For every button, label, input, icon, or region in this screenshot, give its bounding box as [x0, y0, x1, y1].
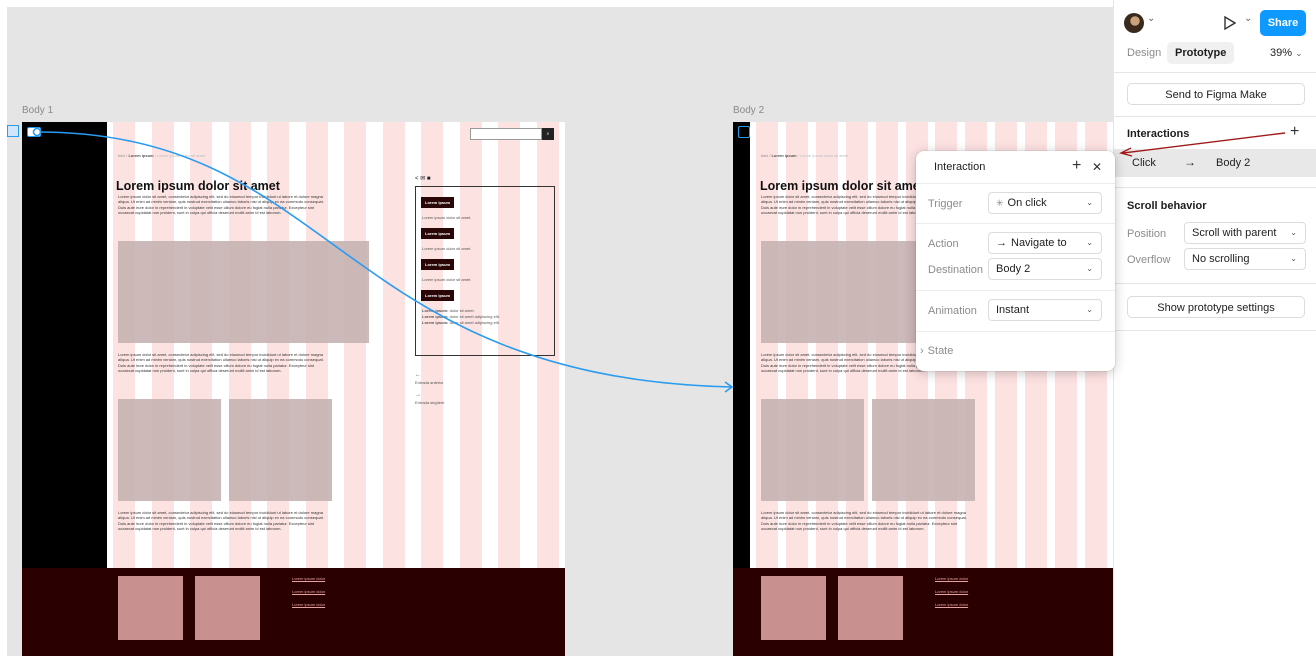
chevron-right-icon: › — [920, 345, 924, 357]
state-row[interactable]: › State — [920, 345, 953, 357]
trigger-select[interactable]: ✳ On click ⌄ — [988, 192, 1102, 214]
show-prototype-settings-button[interactable]: Show prototype settings — [1127, 296, 1305, 318]
trigger-label: Trigger — [928, 198, 963, 210]
zoom-chevron-icon[interactable]: ⌄ — [1295, 48, 1303, 58]
position-select[interactable]: Scroll with parent ⌄ — [1184, 222, 1306, 244]
dialog-title: Interaction — [934, 161, 986, 173]
interaction-dialog: Interaction + ✕ Trigger ✳ On click ⌄ Actio… — [916, 151, 1115, 371]
scroll-behavior-header: Scroll behavior — [1127, 200, 1207, 212]
dialog-add-icon[interactable]: + — [1072, 157, 1081, 175]
destination-label: Destination — [928, 264, 984, 276]
zoom-level[interactable]: 39% ⌄ — [1270, 47, 1303, 59]
annotation-arrow — [1119, 132, 1286, 157]
send-to-figma-make-button[interactable]: Send to Figma Make — [1127, 83, 1305, 105]
chevron-down-icon: ⌄ — [1086, 305, 1093, 314]
tab-prototype[interactable]: Prototype — [1167, 42, 1235, 64]
action-label: Action — [928, 238, 959, 250]
chevron-down-icon: ⌄ — [1086, 238, 1093, 247]
overflow-label: Overflow — [1127, 254, 1171, 266]
play-chevron-icon[interactable]: ⌄ — [1244, 13, 1252, 24]
play-icon[interactable] — [1224, 16, 1236, 30]
navigate-arrow-icon: → — [996, 237, 1007, 249]
chevron-down-icon: ⌄ — [1290, 228, 1297, 237]
overflow-select[interactable]: No scrolling ⌄ — [1184, 248, 1306, 270]
destination-select[interactable]: Body 2 ⌄ — [988, 258, 1102, 280]
properties-panel: ⌄ ⌄ Share Design Prototype 39% ⌄ Send to… — [1113, 0, 1316, 656]
chevron-down-icon: ⌄ — [1086, 198, 1093, 207]
animation-select[interactable]: Instant ⌄ — [988, 299, 1102, 321]
share-button[interactable]: Share — [1260, 10, 1306, 36]
tab-design[interactable]: Design — [1127, 47, 1161, 59]
chevron-down-icon: ⌄ — [1290, 254, 1297, 263]
animation-label: Animation — [928, 305, 977, 317]
action-select[interactable]: → Navigate to ⌄ — [988, 232, 1102, 254]
close-icon[interactable]: ✕ — [1092, 160, 1102, 174]
avatar-chevron-icon[interactable]: ⌄ — [1147, 13, 1155, 24]
position-label: Position — [1127, 228, 1167, 240]
chevron-down-icon: ⌄ — [1086, 264, 1093, 273]
click-icon: ✳ — [996, 198, 1004, 208]
avatar[interactable] — [1124, 13, 1144, 33]
